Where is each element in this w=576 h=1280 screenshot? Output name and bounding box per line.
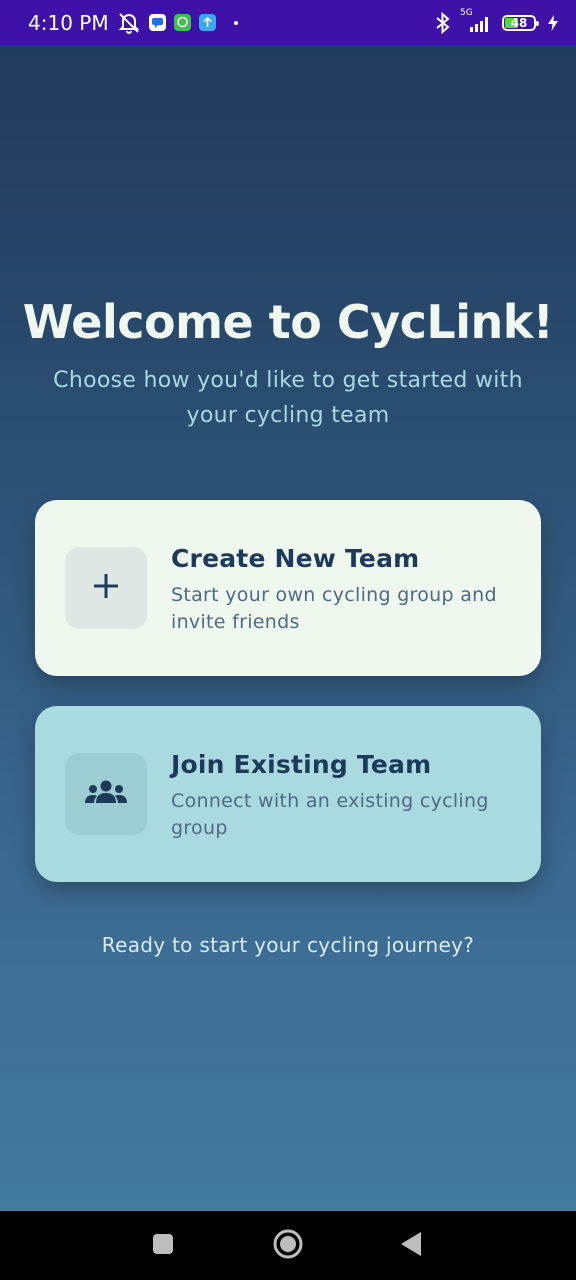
status-bar-left: 4:10 PM [28, 11, 238, 35]
back-icon [399, 1231, 423, 1262]
join-team-card[interactable]: Join Existing Team Connect with an exist… [35, 706, 541, 882]
system-nav-bar [0, 1211, 576, 1280]
battery-level: 48 [510, 15, 528, 30]
mute-icon [117, 12, 141, 34]
recent-apps-icon [151, 1232, 175, 1261]
chat-app-icon [173, 14, 191, 31]
home-icon [272, 1228, 304, 1265]
status-bar-right: 5G 48 [434, 8, 558, 34]
battery-icon: 48 [502, 14, 539, 31]
group-icon [84, 779, 128, 810]
welcome-screen: Welcome to CycLink! Choose how you'd lik… [0, 45, 576, 1211]
recent-apps-button[interactable] [146, 1229, 180, 1263]
upload-app-icon [198, 14, 216, 31]
charging-icon [548, 14, 558, 31]
page-title: Welcome to CycLink! [22, 295, 554, 349]
create-team-title: Create New Team [171, 544, 420, 573]
signal-icon: 5G [460, 8, 494, 34]
plus-icon [92, 572, 120, 605]
status-bar: 4:10 PM 5G 48 [0, 0, 576, 45]
messages-app-icon [148, 14, 166, 31]
create-team-description: Start your own cycling group and invite … [171, 584, 497, 633]
create-team-icon-box [65, 547, 147, 629]
footer-text: Ready to start your cycling journey? [101, 933, 475, 957]
join-team-title: Join Existing Team [171, 750, 432, 779]
join-team-description: Connect with an existing cycling group [171, 790, 489, 839]
page-subtitle: Choose how you'd like to get started wit… [53, 368, 523, 428]
status-time: 4:10 PM [28, 10, 109, 35]
network-type-label: 5G [460, 7, 473, 18]
join-team-icon-box [65, 753, 147, 835]
notification-dot-icon [233, 20, 238, 25]
bluetooth-icon [434, 11, 452, 34]
create-team-card[interactable]: Create New Team Start your own cycling g… [35, 500, 541, 676]
back-button[interactable] [394, 1229, 428, 1263]
home-button[interactable] [271, 1229, 305, 1263]
